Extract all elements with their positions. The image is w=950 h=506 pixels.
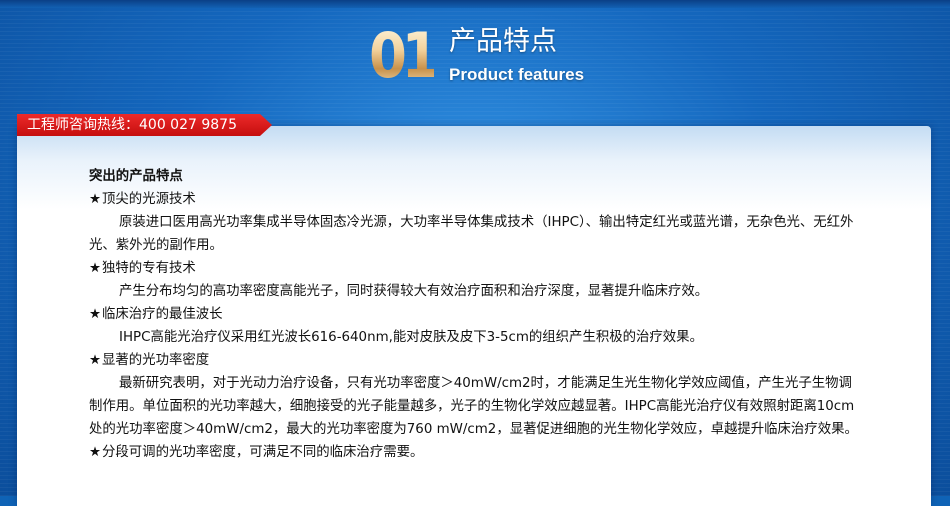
feature-body: 产生分布均匀的高功率密度高能光子，同时获得较大有效治疗面积和治疗深度，显著提升临… — [119, 284, 709, 299]
feature-title-text: 顶尖的光源技术 — [102, 192, 196, 207]
star-icon: ★ — [89, 353, 102, 368]
feature-body: 最新研究表明，对于光动力治疗设备，只有光功率密度＞40mW/cm2时，才能满足生… — [89, 376, 858, 437]
section-number: 01 — [369, 19, 440, 92]
feature-title: ★顶尖的光源技术 — [89, 188, 859, 211]
star-icon: ★ — [89, 261, 102, 276]
feature-title-text: 临床治疗的最佳波长 — [102, 307, 223, 322]
features-content: 突出的产品特点 ★顶尖的光源技术 原装进口医用高光功率集成半导体固态冷光源，大功… — [89, 165, 859, 464]
feature-title: ★显著的光功率密度 — [89, 349, 859, 372]
features-heading: 突出的产品特点 — [89, 169, 183, 184]
section-title-cn: 产品特点 — [449, 26, 557, 57]
feature-title-text: 独特的专有技术 — [102, 261, 196, 276]
section-header: 01 产品特点 Product features — [0, 0, 950, 110]
feature-title-text: 分段可调的光功率密度，可满足不同的临床治疗需要。 — [102, 445, 424, 460]
star-icon: ★ — [89, 192, 102, 207]
feature-title-text: 显著的光功率密度 — [102, 353, 210, 368]
star-icon: ★ — [89, 307, 102, 322]
feature-body: 原装进口医用高光功率集成半导体固态冷光源，大功率半导体集成技术（IHPC）、输出… — [89, 215, 854, 253]
feature-body: IHPC高能光治疗仪采用红光波长616-640nm,能对皮肤及皮下3-5cm的组… — [119, 330, 703, 345]
hotline-banner: 工程师咨询热线：400 027 9875 — [17, 114, 272, 136]
feature-title: ★临床治疗的最佳波长 — [89, 303, 859, 326]
feature-title: ★独特的专有技术 — [89, 257, 859, 280]
star-icon: ★ — [89, 445, 102, 460]
section-title-en: Product features — [449, 65, 585, 84]
feature-title: ★分段可调的光功率密度，可满足不同的临床治疗需要。 — [89, 441, 859, 464]
